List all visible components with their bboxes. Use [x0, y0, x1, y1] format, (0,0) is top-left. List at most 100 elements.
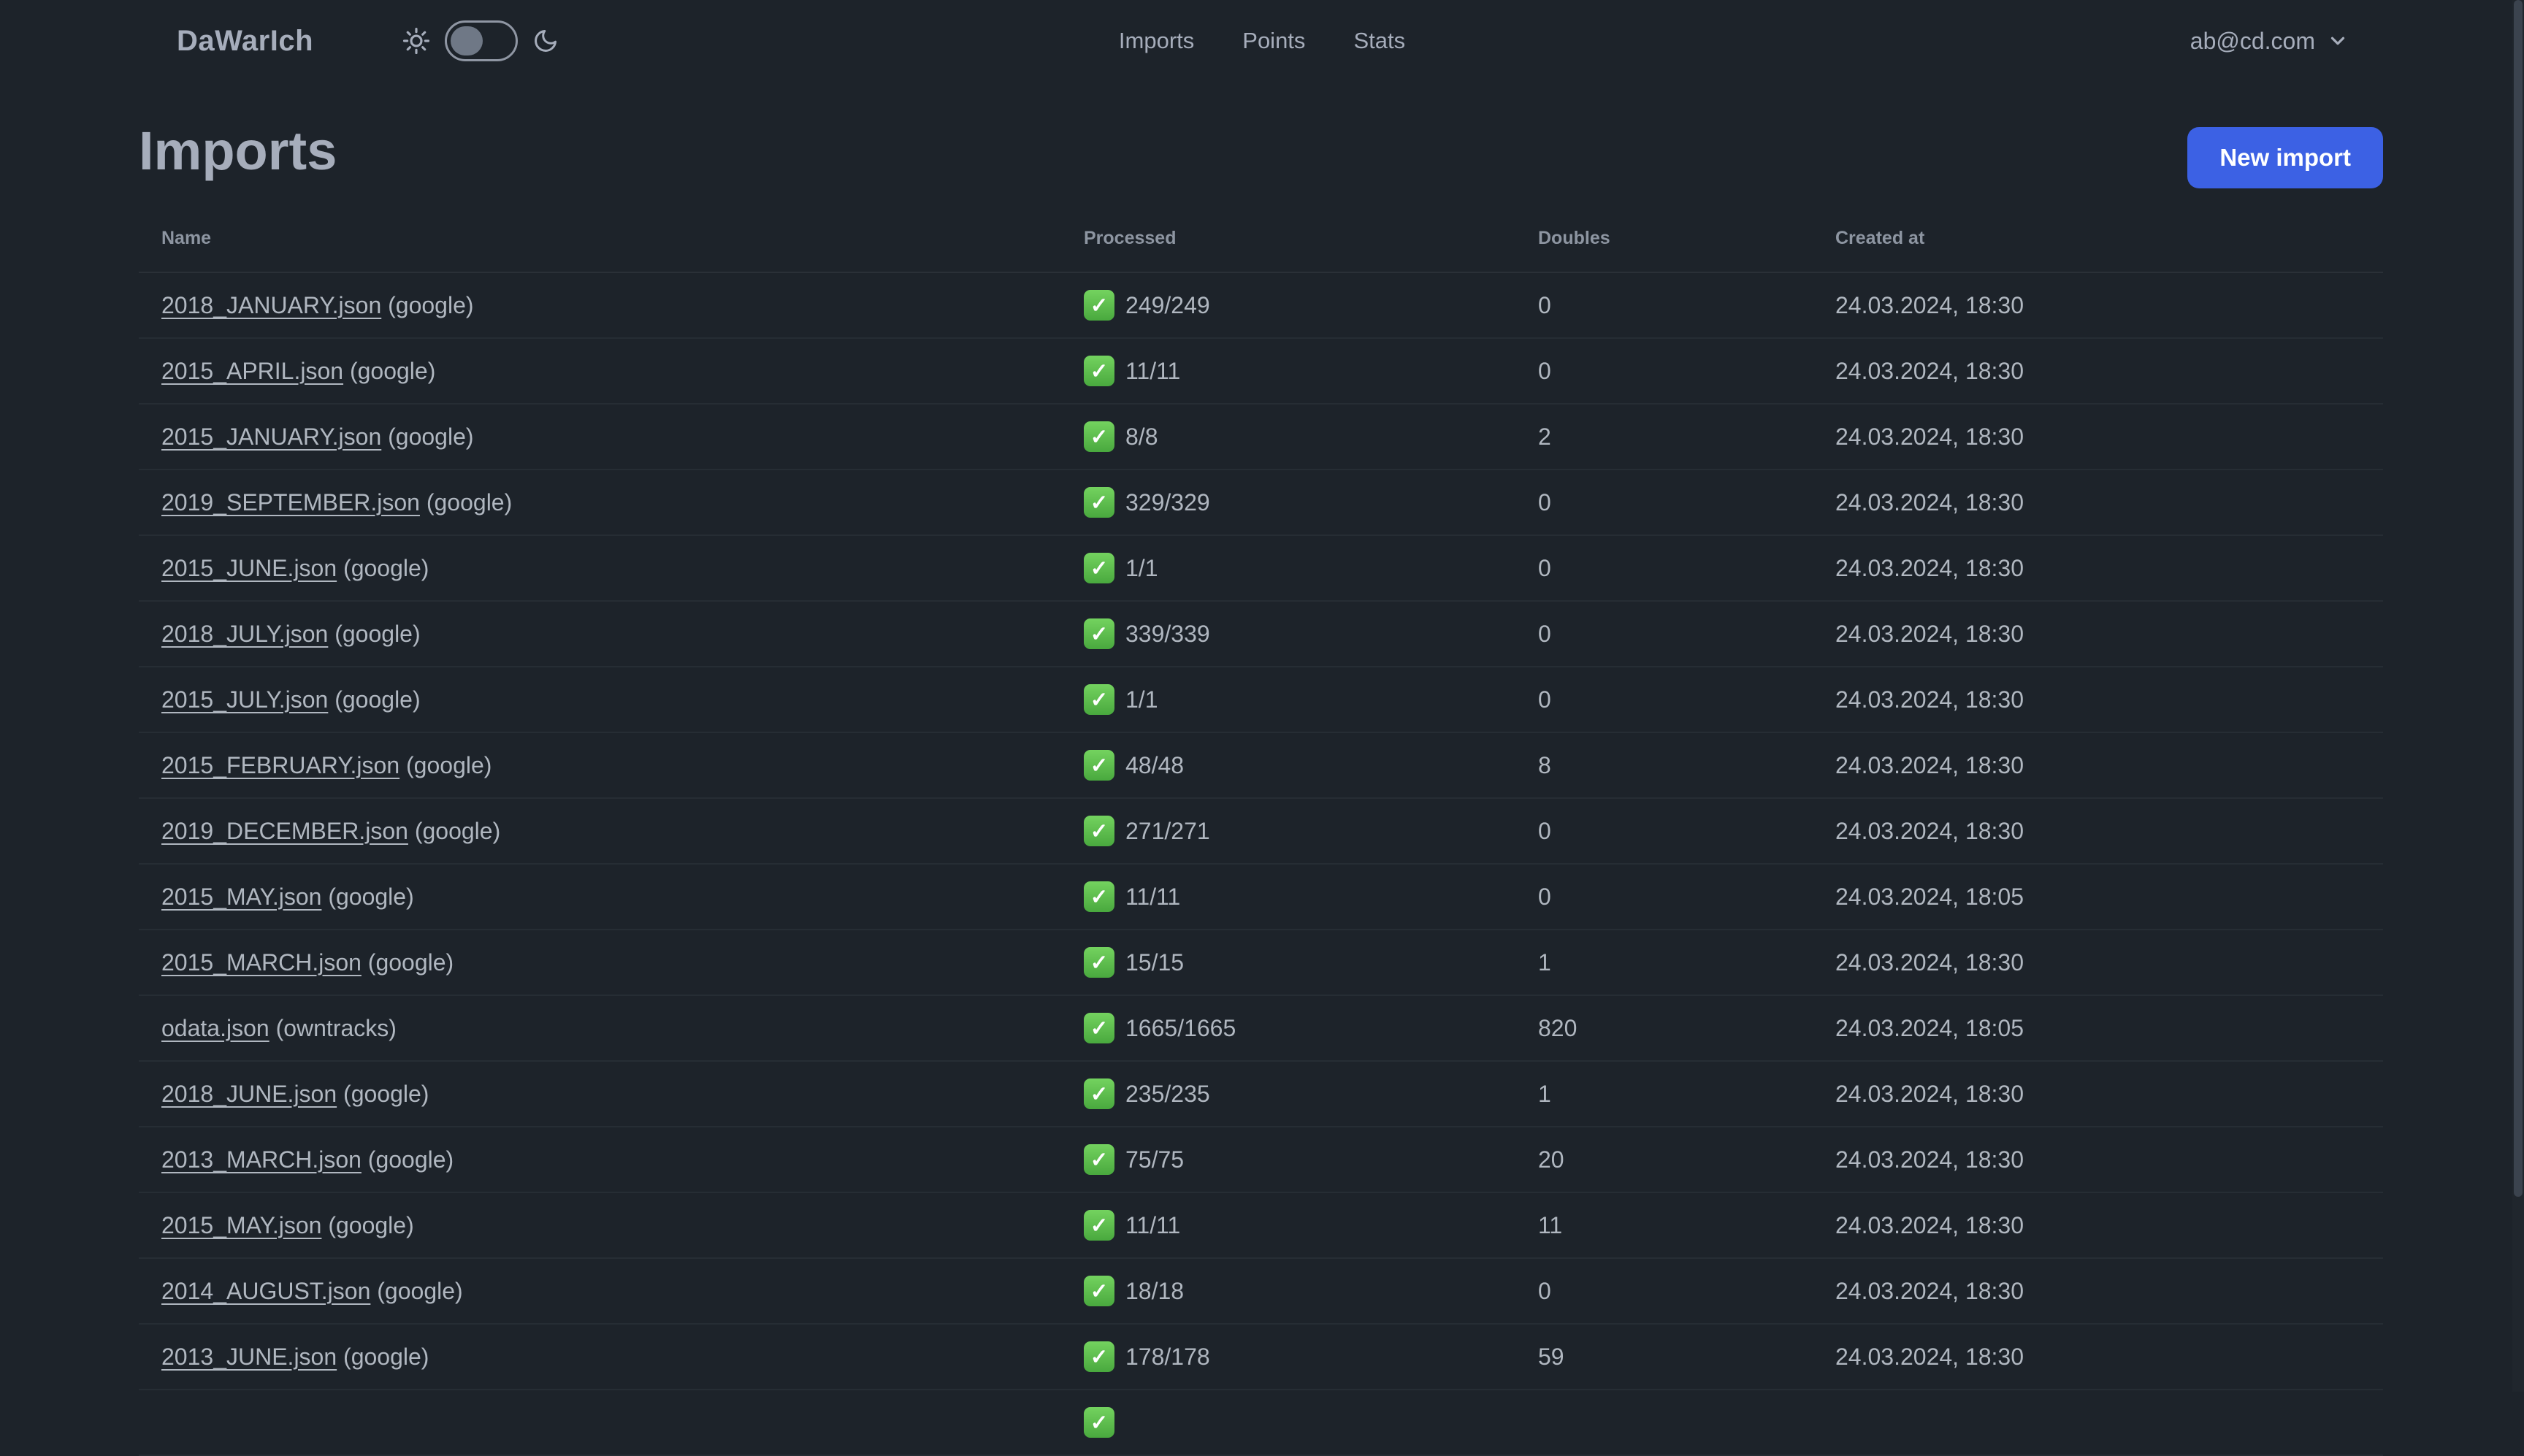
chevron-down-icon: [2327, 30, 2349, 52]
import-source-label: (google): [328, 883, 414, 910]
created-at: 24.03.2024, 18:30: [1835, 949, 2024, 976]
doubles-count: 0: [1538, 686, 1551, 713]
nav-link-stats[interactable]: Stats: [1353, 28, 1405, 54]
import-file-link[interactable]: odata.json: [161, 1015, 269, 1041]
import-file-link[interactable]: 2014_AUGUST.json: [161, 1278, 370, 1304]
import-file-link[interactable]: 2015_JANUARY.json: [161, 424, 381, 450]
doubles-count: 1: [1538, 949, 1551, 976]
vertical-scrollbar[interactable]: [2512, 0, 2524, 1392]
import-file-link[interactable]: 2015_MAY.json: [161, 884, 321, 910]
user-email: ab@cd.com: [2190, 27, 2315, 54]
table-row: 2015_MAY.json (google) ✓ 11/11 0 24.03.2…: [139, 865, 2383, 930]
processed-count: 75/75: [1125, 1146, 1185, 1173]
check-mark-icon: ✓: [1084, 1078, 1114, 1109]
doubles-count: 0: [1538, 357, 1551, 384]
import-file-link[interactable]: 2015_MARCH.json: [161, 949, 362, 976]
table-row: 2015_FEBRUARY.json (google) ✓ 48/48 8 24…: [139, 733, 2383, 799]
table-row: 2013_MARCH.json (google) ✓ 75/75 20 24.0…: [139, 1127, 2383, 1193]
table-row: 2015_JUNE.json (google) ✓ 1/1 0 24.03.20…: [139, 536, 2383, 602]
import-source-label: (google): [343, 1080, 429, 1107]
doubles-count: 0: [1538, 883, 1551, 910]
nav-link-points[interactable]: Points: [1242, 28, 1305, 54]
user-menu[interactable]: ab@cd.com: [2190, 28, 2349, 55]
check-mark-icon: ✓: [1084, 684, 1114, 715]
import-source-label: (google): [328, 1211, 414, 1238]
import-source-label: (google): [388, 423, 474, 450]
processed-count: 339/339: [1125, 620, 1210, 647]
import-file-link[interactable]: 2018_JANUARY.json: [161, 292, 381, 318]
import-file-link[interactable]: 2019_DECEMBER.json: [161, 818, 408, 844]
import-file-link[interactable]: 2013_JUNE.json: [161, 1344, 337, 1370]
import-file-link[interactable]: 2018_JUNE.json: [161, 1081, 337, 1107]
import-source-label: (google): [367, 1146, 454, 1173]
doubles-count: 2: [1538, 423, 1551, 450]
doubles-count: 0: [1538, 554, 1551, 581]
import-source-label: (google): [343, 1343, 429, 1370]
app-logo[interactable]: DaWarIch: [177, 25, 313, 58]
check-mark-icon: ✓: [1084, 816, 1114, 846]
table-row: 2018_JULY.json (google) ✓ 339/339 0 24.0…: [139, 602, 2383, 667]
import-file-link[interactable]: 2015_FEBRUARY.json: [161, 752, 399, 778]
imports-page: Imports New import Name Processed Double…: [139, 82, 2383, 1456]
table-row: 2019_DECEMBER.json (google) ✓ 271/271 0 …: [139, 799, 2383, 865]
import-source-label: (google): [334, 686, 421, 713]
processed-count: 11/11: [1125, 883, 1181, 910]
table-row: 2013_JUNE.json (google) ✓ 178/178 59 24.…: [139, 1325, 2383, 1390]
table-row: odata.json (owntracks) ✓ 1665/1665 820 2…: [139, 996, 2383, 1062]
import-source-label: (google): [349, 357, 436, 384]
table-row: 2018_JANUARY.json (google) ✓ 249/249 0 2…: [139, 273, 2383, 339]
table-row: 2015_MARCH.json (google) ✓ 15/15 1 24.03…: [139, 930, 2383, 996]
page-title: Imports: [139, 120, 337, 181]
check-mark-icon: ✓: [1084, 1144, 1114, 1175]
theme-toggle-group: [402, 20, 559, 61]
processed-count: 18/18: [1125, 1277, 1185, 1304]
page-header: Imports New import: [139, 114, 2383, 188]
table-row: 2015_APRIL.json (google) ✓ 11/11 0 24.03…: [139, 339, 2383, 405]
import-file-link[interactable]: 2015_APRIL.json: [161, 358, 343, 384]
import-file-link[interactable]: 2013_MARCH.json: [161, 1146, 362, 1173]
table-row: 2019_SEPTEMBER.json (google) ✓ 329/329 0…: [139, 470, 2383, 536]
column-header-created-at: Created at: [1835, 228, 1925, 248]
created-at: 24.03.2024, 18:30: [1835, 817, 2024, 844]
imports-table: Name Processed Doubles Created at 2018_J…: [139, 228, 2383, 1456]
check-mark-icon: ✓: [1084, 290, 1114, 321]
import-source-label: (google): [334, 620, 421, 647]
table-row: 2015_JANUARY.json (google) ✓ 8/8 2 24.03…: [139, 405, 2383, 470]
scrollbar-thumb[interactable]: [2514, 0, 2523, 1198]
created-at: 24.03.2024, 18:30: [1835, 1211, 2024, 1238]
check-mark-icon: ✓: [1084, 1210, 1114, 1241]
import-source-label: (google): [426, 488, 513, 516]
import-source-label: (google): [388, 291, 474, 318]
import-source-label: (google): [343, 554, 429, 581]
processed-count: 271/271: [1125, 817, 1210, 844]
column-header-name: Name: [161, 228, 212, 248]
check-mark-icon: ✓: [1084, 421, 1114, 452]
import-file-link[interactable]: 2018_JULY.json: [161, 621, 328, 647]
check-mark-icon: ✓: [1084, 1341, 1114, 1372]
check-mark-icon: ✓: [1084, 881, 1114, 912]
table-row-clipped: ✓: [139, 1390, 2383, 1456]
processed-count: 8/8: [1125, 423, 1158, 450]
table-row: 2018_JUNE.json (google) ✓ 235/235 1 24.0…: [139, 1062, 2383, 1127]
processed-count: 1/1: [1125, 686, 1158, 713]
nav-link-imports[interactable]: Imports: [1119, 28, 1194, 54]
doubles-count: 0: [1538, 291, 1551, 318]
created-at: 24.03.2024, 18:30: [1835, 357, 2024, 384]
doubles-count: 59: [1538, 1343, 1564, 1370]
processed-count: 235/235: [1125, 1080, 1210, 1107]
import-source-label: (google): [414, 817, 501, 844]
import-file-link[interactable]: 2015_MAY.json: [161, 1212, 321, 1238]
new-import-button[interactable]: New import: [2187, 127, 2383, 188]
created-at: 24.03.2024, 18:05: [1835, 1014, 2024, 1041]
import-file-link[interactable]: 2019_SEPTEMBER.json: [161, 489, 420, 516]
doubles-count: 0: [1538, 620, 1551, 647]
doubles-count: 20: [1538, 1146, 1564, 1173]
doubles-count: 8: [1538, 751, 1551, 778]
created-at: 24.03.2024, 18:30: [1835, 423, 2024, 450]
created-at: 24.03.2024, 18:30: [1835, 686, 2024, 713]
import-file-link[interactable]: 2015_JUNE.json: [161, 555, 337, 581]
import-file-link[interactable]: 2015_JULY.json: [161, 686, 328, 713]
theme-toggle[interactable]: [445, 20, 519, 61]
doubles-count: 820: [1538, 1014, 1578, 1041]
check-mark-icon: ✓: [1084, 618, 1114, 649]
